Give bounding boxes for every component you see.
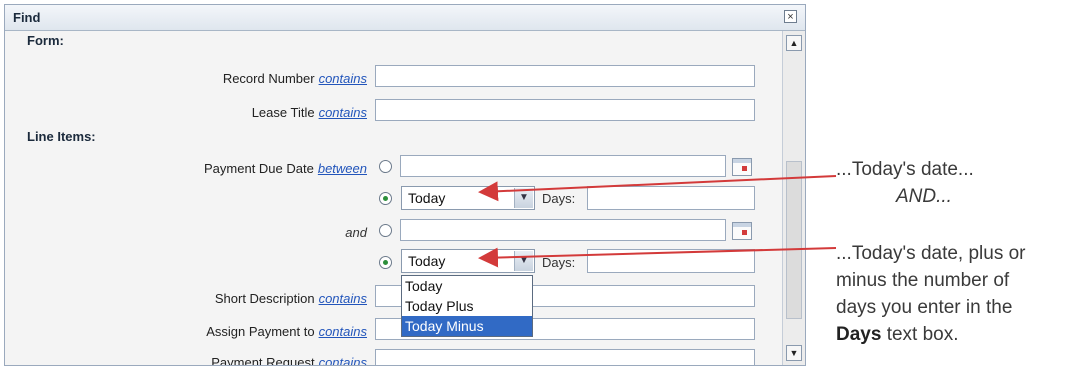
arrow-to-date-from [478, 175, 837, 202]
annotation-arrows [478, 175, 837, 268]
arrow-to-date-to [478, 247, 837, 268]
